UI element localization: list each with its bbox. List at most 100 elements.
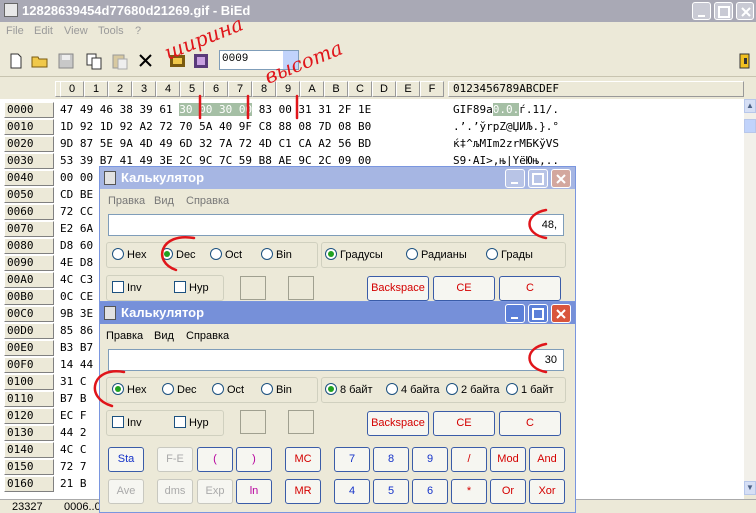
hex-row[interactable]: 9B 3E bbox=[60, 306, 93, 322]
hex-row[interactable]: 47 49 46 38 39 61 30 00 30 00 83 00 31 3… bbox=[60, 102, 371, 118]
calc1-backspace-button[interactable]: Backspace bbox=[367, 276, 429, 301]
key-sta[interactable]: Sta bbox=[108, 447, 144, 472]
hex-row[interactable]: 72 7 bbox=[60, 459, 87, 475]
calc1-c-button[interactable]: C bbox=[499, 276, 561, 301]
calc2-menu-help[interactable]: Справка bbox=[186, 330, 229, 342]
hex-row[interactable]: EC F bbox=[60, 408, 87, 424]
calc2-menu-edit[interactable]: Правка bbox=[106, 330, 143, 342]
hex-row[interactable]: E2 6A bbox=[60, 221, 93, 237]
calc2-titlebar[interactable]: Калькулятор bbox=[100, 302, 575, 324]
scroll-thumb[interactable] bbox=[744, 119, 756, 133]
key-and[interactable]: And bbox=[529, 447, 565, 472]
key-dms[interactable]: dms bbox=[157, 479, 193, 504]
goto-icon[interactable] bbox=[168, 51, 188, 71]
vertical-scrollbar[interactable]: ▲ ▼ bbox=[744, 99, 756, 495]
calc2-radio-bin[interactable]: Bin bbox=[261, 383, 292, 396]
calc1-ce-button[interactable]: CE bbox=[433, 276, 495, 301]
calc2-radio-8byte[interactable]: 8 байт bbox=[325, 383, 373, 396]
save-icon[interactable] bbox=[56, 51, 76, 71]
calc1-radio-radians[interactable]: Радианы bbox=[406, 248, 467, 261]
key-7[interactable]: 7 bbox=[334, 447, 370, 472]
new-file-icon[interactable] bbox=[6, 51, 26, 71]
key-fe[interactable]: F-E bbox=[157, 447, 193, 472]
calc1-radio-degrees[interactable]: Градусы bbox=[325, 248, 383, 261]
paste-icon[interactable] bbox=[110, 51, 130, 71]
offset-combo[interactable]: 0009 bbox=[219, 50, 299, 70]
calc1-radio-grads[interactable]: Грады bbox=[486, 248, 533, 261]
calc2-maximize-button[interactable] bbox=[528, 304, 548, 323]
calc1-radio-oct[interactable]: Oct bbox=[210, 248, 242, 261]
calc2-radio-oct[interactable]: Oct bbox=[212, 383, 244, 396]
hex-row[interactable]: 44 2 bbox=[60, 425, 87, 441]
window-titlebar[interactable]: 12828639454d77680d21269.gif - BiEd bbox=[0, 0, 756, 22]
calc2-inv-checkbox[interactable]: Inv bbox=[112, 416, 142, 429]
calc2-menu-view[interactable]: Вид bbox=[154, 330, 174, 342]
hex-selection[interactable]: 30 00 30 00 bbox=[179, 103, 253, 116]
key-5[interactable]: 5 bbox=[373, 479, 409, 504]
menu-help[interactable]: ? bbox=[135, 25, 141, 37]
key-ln[interactable]: ln bbox=[236, 479, 272, 504]
hex-row[interactable]: 9D 87 5E 9A 4D 49 6D 32 7A 72 4D C1 CA A… bbox=[60, 136, 371, 152]
calc2-minimize-button[interactable] bbox=[505, 304, 525, 323]
hex-row[interactable]: B7 B bbox=[60, 391, 87, 407]
ascii-row[interactable]: .’.’ўrpZ@ЏИЉ.}.° bbox=[453, 119, 559, 135]
calc1-menu-edit[interactable]: Правка bbox=[108, 195, 145, 207]
key-divide[interactable]: / bbox=[451, 447, 487, 472]
key-open-paren[interactable]: ( bbox=[197, 447, 233, 472]
key-or[interactable]: Or bbox=[490, 479, 526, 504]
calc2-radio-2byte[interactable]: 2 байта bbox=[446, 383, 500, 396]
hex-row[interactable]: 4C C bbox=[60, 442, 87, 458]
hex-row[interactable]: 72 CC bbox=[60, 204, 93, 220]
calculator-window-1[interactable]: Калькулятор Правка Вид Справка 48, Hex D… bbox=[99, 166, 576, 306]
hex-row[interactable]: 4C C3 bbox=[60, 272, 93, 288]
hex-row[interactable]: 21 B bbox=[60, 476, 87, 492]
hex-row[interactable]: 00 00 bbox=[60, 170, 93, 186]
key-mc[interactable]: MC bbox=[285, 447, 321, 472]
hex-row[interactable]: D8 60 bbox=[60, 238, 93, 254]
calc1-radio-bin[interactable]: Bin bbox=[261, 248, 292, 261]
close-button[interactable] bbox=[736, 2, 754, 20]
menu-file[interactable]: File bbox=[6, 25, 24, 37]
key-4[interactable]: 4 bbox=[334, 479, 370, 504]
key-mod[interactable]: Mod bbox=[490, 447, 526, 472]
ascii-row[interactable]: GIF89a0.0.ѓ.11/. bbox=[453, 102, 559, 118]
open-folder-icon[interactable] bbox=[30, 51, 50, 71]
key-xor[interactable]: Xor bbox=[529, 479, 565, 504]
calc2-close-button[interactable] bbox=[551, 304, 571, 323]
hex-row[interactable]: 0C CE bbox=[60, 289, 93, 305]
hex-row[interactable]: 31 C bbox=[60, 374, 87, 390]
calc2-radio-4byte[interactable]: 4 байта bbox=[386, 383, 440, 396]
exit-icon[interactable] bbox=[736, 51, 756, 71]
calc2-radio-hex[interactable]: Hex bbox=[112, 383, 147, 396]
calc1-radio-hex[interactable]: Hex bbox=[112, 248, 147, 261]
copy-icon[interactable] bbox=[84, 51, 104, 71]
calc1-hyp-checkbox[interactable]: Hyp bbox=[174, 281, 209, 294]
key-mr[interactable]: MR bbox=[285, 479, 321, 504]
ascii-row[interactable]: ќ‡^љMIm2zrMБКўVЅ bbox=[453, 136, 559, 152]
calc1-maximize-button[interactable] bbox=[528, 169, 548, 188]
menu-view[interactable]: View bbox=[64, 25, 88, 37]
calc1-menu-help[interactable]: Справка bbox=[186, 195, 229, 207]
find-icon[interactable] bbox=[192, 51, 212, 71]
ascii-selection[interactable]: 0.0. bbox=[492, 103, 520, 116]
key-9[interactable]: 9 bbox=[412, 447, 448, 472]
calc2-radio-dec[interactable]: Dec bbox=[162, 383, 197, 396]
key-ave[interactable]: Ave bbox=[108, 479, 144, 504]
hex-row[interactable]: 14 44 bbox=[60, 357, 93, 373]
calculator-window-2[interactable]: Калькулятор Правка Вид Справка 30 Hex De… bbox=[99, 301, 576, 513]
key-multiply[interactable]: * bbox=[451, 479, 487, 504]
minimize-button[interactable] bbox=[692, 2, 711, 20]
hex-row[interactable]: 1D 92 1D 92 A2 72 70 5A 40 9F C8 88 08 7… bbox=[60, 119, 371, 135]
hex-row[interactable]: 4E D8 bbox=[60, 255, 93, 271]
calc1-menu-view[interactable]: Вид bbox=[154, 195, 174, 207]
calc2-c-button[interactable]: C bbox=[499, 411, 561, 436]
hex-row[interactable]: 85 86 bbox=[60, 323, 93, 339]
calc2-ce-button[interactable]: CE bbox=[433, 411, 495, 436]
calc2-radio-1byte[interactable]: 1 байт bbox=[506, 383, 554, 396]
calc2-backspace-button[interactable]: Backspace bbox=[367, 411, 429, 436]
key-close-paren[interactable]: ) bbox=[236, 447, 272, 472]
calc1-titlebar[interactable]: Калькулятор bbox=[100, 167, 575, 189]
hex-row[interactable]: CD BE bbox=[60, 187, 93, 203]
menu-tools[interactable]: Tools bbox=[98, 25, 124, 37]
hex-row[interactable]: B3 B7 bbox=[60, 340, 93, 356]
